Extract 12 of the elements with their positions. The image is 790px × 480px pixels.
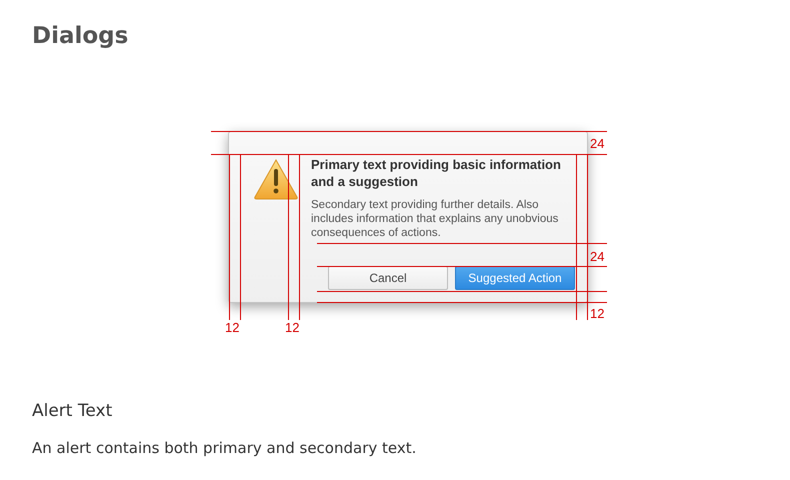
- measurement-label: 12: [590, 306, 604, 321]
- measurement-label: 12: [285, 320, 300, 335]
- secondary-text: Secondary text providing further details. Also includes information that explains any unobvious consequences of actions.: [311, 198, 560, 240]
- cancel-button[interactable]: Cancel: [328, 266, 448, 290]
- primary-text: Primary text providing basic information and a suggestion: [311, 156, 562, 190]
- section-text: An alert contains both primary and secondary text.: [32, 438, 416, 458]
- measurement-label: 24: [590, 136, 604, 151]
- measurement-label: 24: [590, 249, 604, 264]
- section-title: Alert Text: [32, 400, 112, 422]
- page-title: Dialogs: [31, 22, 128, 50]
- measurement-label: 12: [225, 320, 240, 335]
- warning-icon: [253, 158, 299, 200]
